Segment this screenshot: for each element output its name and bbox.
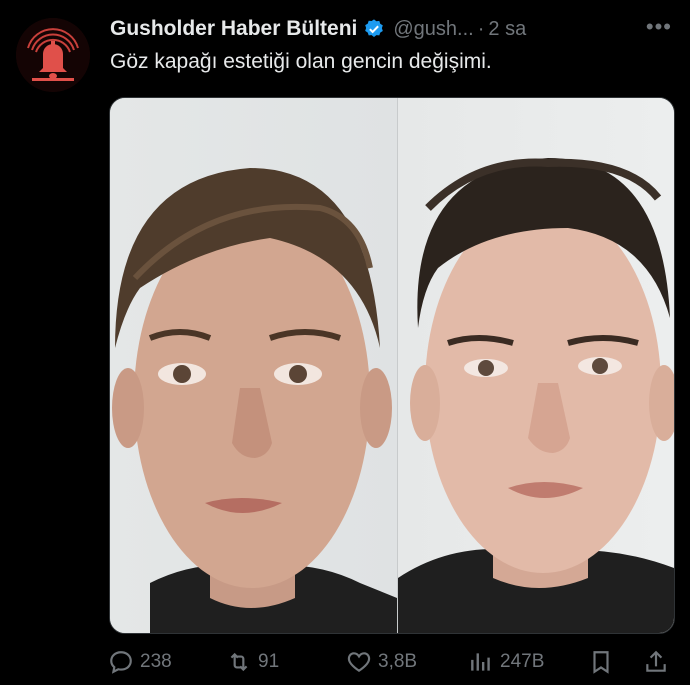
repost-button[interactable]: 91 bbox=[226, 645, 279, 679]
post-actions-bar: 238 91 3,8B 247B bbox=[108, 645, 678, 679]
verified-badge-icon bbox=[365, 19, 384, 37]
separator-dot: · bbox=[477, 17, 485, 40]
more-options-icon[interactable]: ••• bbox=[646, 14, 672, 40]
repost-icon bbox=[230, 652, 248, 672]
like-button[interactable]: 3,8B bbox=[346, 645, 417, 679]
reply-count: 238 bbox=[140, 651, 172, 672]
views-count: 247B bbox=[500, 651, 545, 672]
post-media[interactable] bbox=[109, 97, 675, 634]
avatar[interactable] bbox=[16, 18, 90, 92]
reply-icon bbox=[110, 651, 132, 674]
bookmark-button[interactable] bbox=[588, 645, 614, 679]
bookmark-icon bbox=[593, 651, 609, 674]
after-photo bbox=[398, 98, 674, 633]
repost-count: 91 bbox=[258, 651, 280, 672]
before-photo bbox=[110, 98, 397, 633]
views-button[interactable]: 247B bbox=[468, 645, 544, 679]
share-button[interactable] bbox=[643, 645, 669, 679]
author-name[interactable]: Gusholder Haber Bülteni bbox=[110, 17, 357, 41]
post-timestamp[interactable]: 2 sa bbox=[488, 18, 526, 41]
bell-icon bbox=[16, 18, 90, 92]
post-text: Göz kapağı estetiği olan gencin değişimi… bbox=[110, 50, 492, 73]
views-chart-icon bbox=[471, 653, 490, 671]
heart-icon bbox=[347, 652, 371, 672]
author-handle[interactable]: @gush... bbox=[393, 18, 473, 41]
post-header: Gusholder Haber Bülteni @gush... · 2 sa bbox=[110, 14, 680, 44]
reply-button[interactable]: 238 bbox=[108, 645, 172, 679]
share-icon bbox=[646, 650, 666, 672]
like-count: 3,8B bbox=[378, 651, 418, 672]
